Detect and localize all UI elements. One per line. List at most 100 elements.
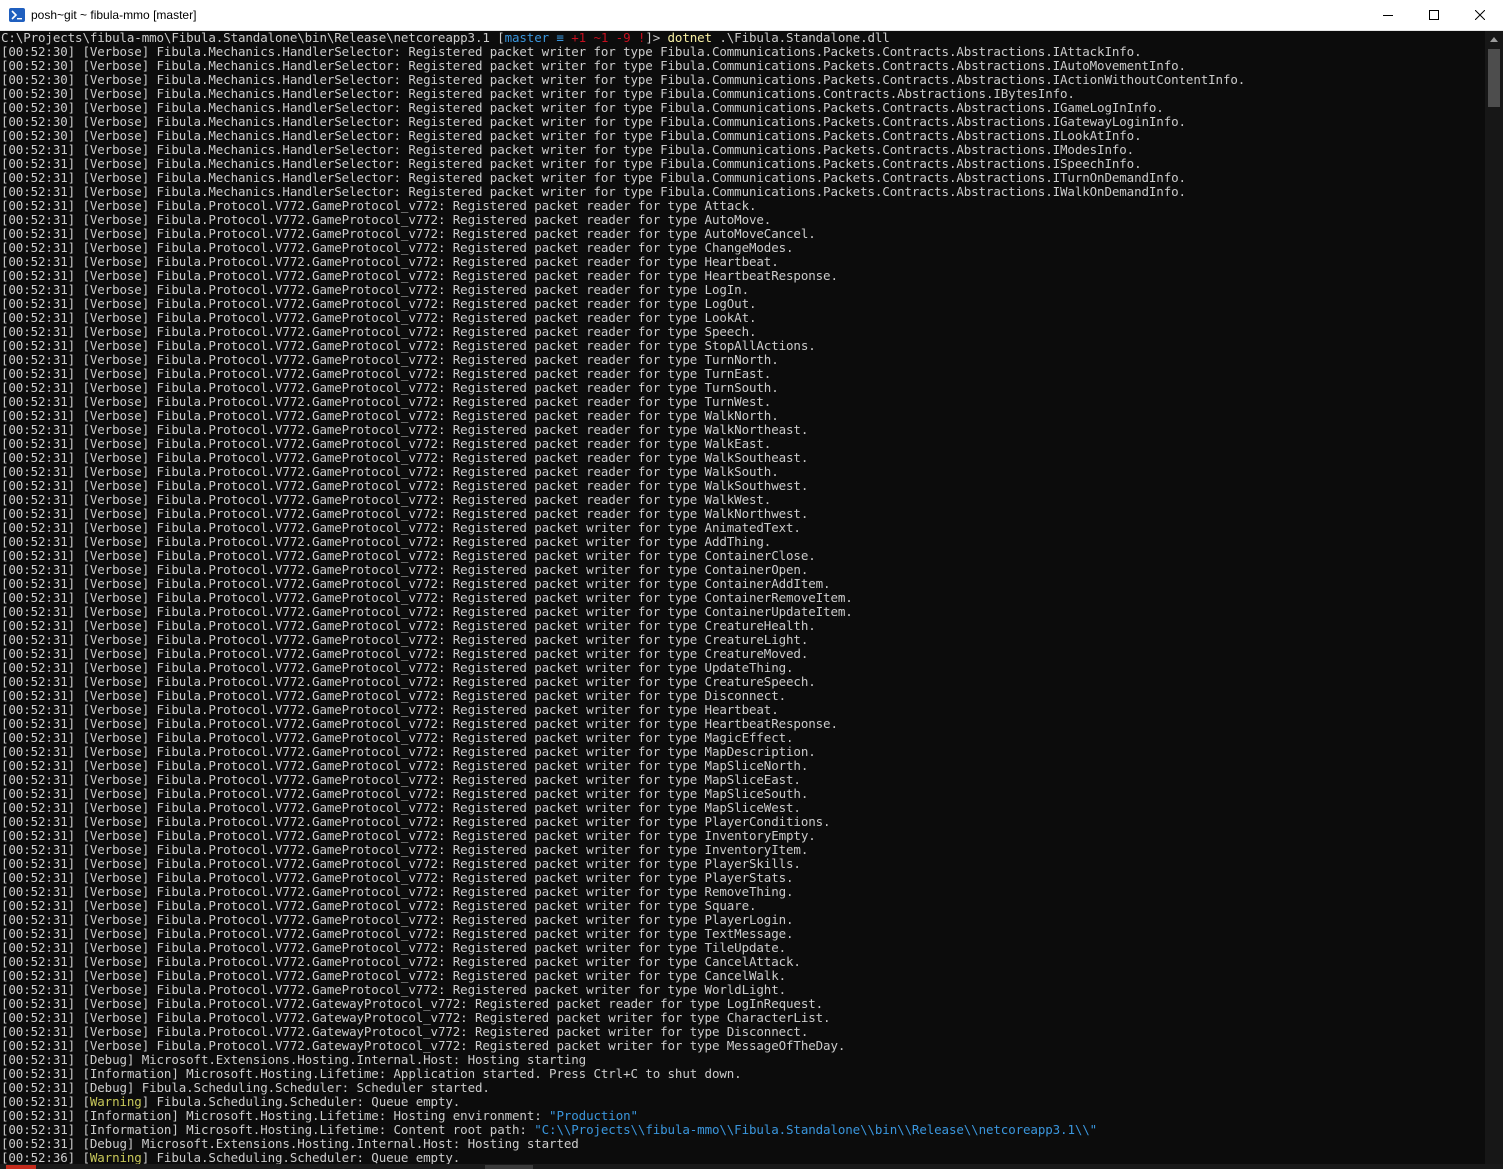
log-bracket: ] [141,1150,157,1165]
log-timestamp: 00:52:31 [8,282,68,297]
log-bracket: ] [ [67,352,90,367]
log-source: Fibula.Protocol.V772.GameProtocol_v772 [156,758,439,773]
minimize-button[interactable] [1365,0,1411,30]
log-bracket: ] [141,1038,157,1053]
log-source: Fibula.Protocol.V772.GameProtocol_v772 [156,968,439,983]
log-bracket: ] [141,310,157,325]
log-source: Fibula.Protocol.V772.GameProtocol_v772 [156,856,439,871]
log-bracket: ] [141,380,157,395]
log-message: Registered packet writer for type Heartb… [452,716,838,731]
log-message: Registered packet reader for type StopAl… [452,338,816,353]
maximize-button[interactable] [1411,0,1457,30]
log-bracket: ] [ [67,366,90,381]
log-bracket: ] [ [67,338,90,353]
scrollbar-thumb[interactable] [1488,49,1500,107]
log-bracket: ] [141,856,157,871]
log-level: Verbose [89,380,142,395]
log-timestamp: 00:52:31 [8,506,68,521]
log-timestamp: 00:52:31 [8,296,68,311]
log-bracket: ] [ [67,240,90,255]
scroll-up-button[interactable] [1485,31,1503,48]
log-bracket: ] [ [67,128,90,143]
log-bracket: ] [ [67,464,90,479]
log-line: [00:52:31] [Debug] Fibula.Scheduling.Sch… [1,1081,1245,1095]
log-level: Debug [89,1052,127,1067]
log-separator: : [437,562,453,577]
log-separator: : [460,996,475,1011]
log-message: Registered packet reader for type LookAt… [452,310,757,325]
log-source: Fibula.Protocol.V772.GameProtocol_v772 [156,590,439,605]
log-bracket: ] [ [67,1080,90,1095]
log-separator: : [437,254,453,269]
log-bracket: ] [ [67,912,90,927]
log-bracket: ] [ [67,394,90,409]
log-bracket: ] [171,1122,187,1137]
log-line: [00:52:31] [Information] Microsoft.Hosti… [1,1123,1245,1137]
log-separator: : [437,856,453,871]
log-line: [00:52:31] [Verbose] Fibula.Protocol.V77… [1,619,1245,633]
log-bracket: ] [141,478,157,493]
log-source: Fibula.Mechanics.HandlerSelector [156,86,394,101]
log-line: [00:52:31] [Verbose] Fibula.Protocol.V77… [1,1039,1245,1053]
log-message: Registered packet writer for type Contai… [452,604,853,619]
log-message: Registered packet writer for type Contai… [452,590,853,605]
log-line: [00:52:31] [Verbose] Fibula.Protocol.V77… [1,899,1245,913]
log-line: [00:52:30] [Verbose] Fibula.Mechanics.Ha… [1,115,1245,129]
log-timestamp: 00:52:31 [8,968,68,983]
log-source: Fibula.Protocol.V772.GameProtocol_v772 [156,212,439,227]
log-message: Registered packet reader for type LogIn. [452,282,749,297]
log-line: [00:52:31] [Verbose] Fibula.Protocol.V77… [1,941,1245,955]
log-timestamp: 00:52:31 [8,884,68,899]
log-message: Registered packet writer for type Fibula… [408,156,1142,171]
log-timestamp: 00:52:31 [8,982,68,997]
log-timestamp: 00:52:31 [8,674,68,689]
log-separator: : [341,1080,357,1095]
log-level: Verbose [89,1024,142,1039]
log-bracket: ] [141,520,157,535]
log-source: Fibula.Mechanics.HandlerSelector [156,142,394,157]
log-bracket: ] [141,898,157,913]
log-bracket: ] [141,926,157,941]
log-bracket: ] [ [67,72,90,87]
log-bracket: ] [141,632,157,647]
log-message: Registered packet writer for type Fibula… [408,86,1075,101]
log-bracket: ] [ [67,198,90,213]
log-timestamp: 00:52:31 [8,716,68,731]
minimize-icon [1383,15,1393,16]
log-separator: : [437,506,453,521]
log-bracket: ] [ [67,450,90,465]
log-level: Verbose [89,520,142,535]
log-level: Verbose [89,58,142,73]
log-message: Registered packet writer for type MapSli… [452,772,801,787]
log-message: Registered packet writer for type Fibula… [408,100,1164,115]
log-line: [00:52:31] [Verbose] Fibula.Protocol.V77… [1,717,1245,731]
scroll-up-arrow-icon [1490,37,1498,42]
log-level: Verbose [89,464,142,479]
log-bracket: ] [141,702,157,717]
log-timestamp: 00:52:31 [8,1094,68,1109]
log-bracket: ] [141,842,157,857]
log-source: Microsoft.Hosting.Lifetime [186,1066,379,1081]
log-source: Fibula.Protocol.V772.GameProtocol_v772 [156,548,439,563]
vertical-scrollbar[interactable] [1485,31,1503,1164]
window-titlebar[interactable]: posh~git ~ fibula-mmo [master] [0,0,1503,31]
log-separator: : [460,1038,475,1053]
log-timestamp: 00:52:30 [8,72,68,87]
log-bracket: ] [ [67,604,90,619]
log-timestamp: 00:52:31 [8,548,68,563]
log-separator: : [437,226,453,241]
log-level: Verbose [89,1010,142,1025]
log-line: [00:52:31] [Verbose] Fibula.Protocol.V77… [1,339,1245,353]
log-level: Verbose [89,408,142,423]
log-timestamp: 00:52:30 [8,100,68,115]
console-output[interactable]: C:\Projects\fibula-mmo\Fibula.Standalone… [0,31,1485,1164]
log-separator: : [378,1108,394,1123]
log-bracket: ] [ [67,100,90,115]
log-bracket: ] [ [67,954,90,969]
log-level: Verbose [89,758,142,773]
close-button[interactable] [1457,0,1503,30]
log-bracket: ] [ [67,170,90,185]
log-bracket: ] [ [67,1024,90,1039]
log-bracket: ] [ [67,44,90,59]
log-timestamp: 00:52:31 [8,478,68,493]
